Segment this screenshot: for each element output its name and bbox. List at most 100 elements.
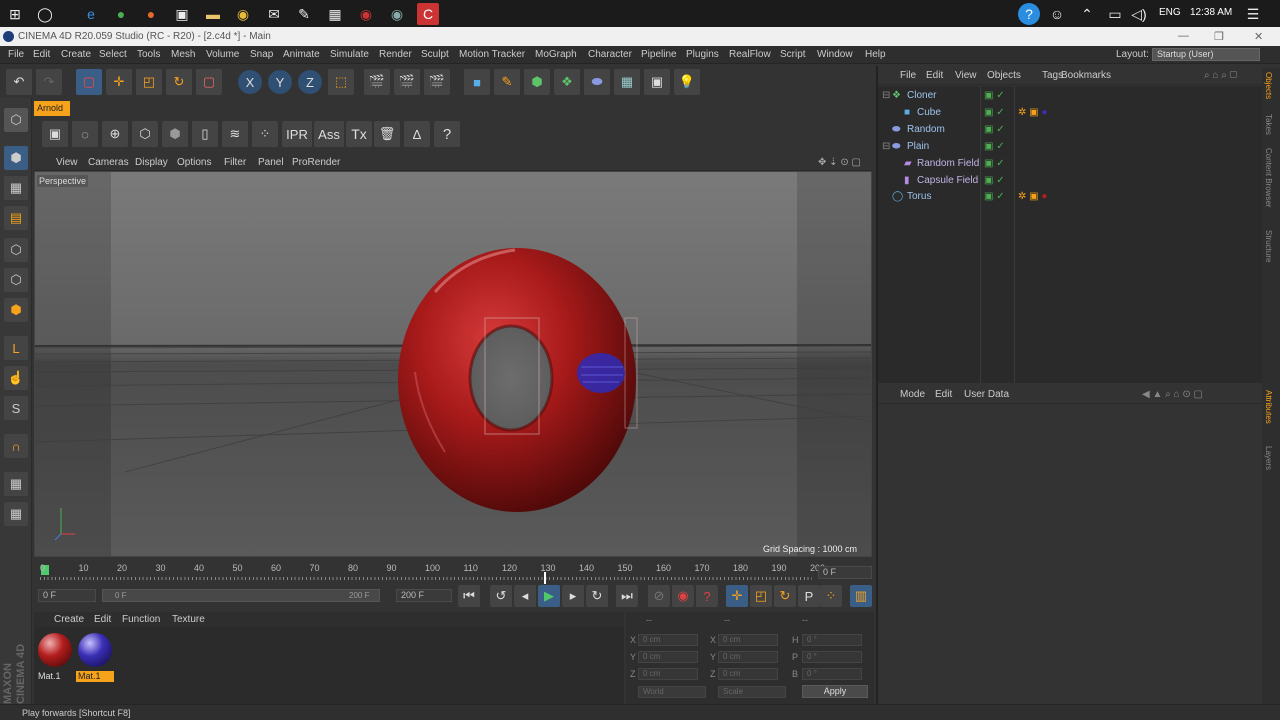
attr-nav-icons[interactable]: ◀ ▲ ⌕ ⌂ ⊙ ▢ — [1142, 389, 1203, 400]
arnold-help-button[interactable]: ? — [434, 121, 460, 147]
arnold-volume-icon[interactable]: ⬡ — [132, 121, 158, 147]
scale-select[interactable]: Scale — [718, 686, 786, 698]
attr-menu-mode[interactable]: Mode — [900, 389, 925, 400]
menu-mesh[interactable]: Mesh — [171, 49, 195, 60]
pos-x-field[interactable]: 0 cm — [638, 634, 698, 646]
size-y-field[interactable]: 0 cm — [718, 651, 778, 663]
end-frame-field[interactable]: 200 F — [396, 589, 452, 602]
workplane-icon[interactable]: ▦ — [4, 472, 28, 496]
windows-start-icon[interactable]: ⊞ — [4, 3, 26, 25]
go-to-end-icon[interactable]: ⏭ — [616, 585, 638, 607]
menu-pipeline[interactable]: Pipeline — [641, 49, 677, 60]
vp-menu-view[interactable]: View — [56, 157, 78, 168]
arnold-document-icon[interactable]: ▯ — [192, 121, 218, 147]
object-row-cloner[interactable]: ⊟ ❖ Cloner ▣ ✓ — [878, 88, 1262, 104]
record-keyframe-icon[interactable]: ⊘ — [648, 585, 670, 607]
attr-menu-user-data[interactable]: User Data — [964, 389, 1009, 400]
menu-create[interactable]: Create — [61, 49, 91, 60]
rot-b-field[interactable]: 0 ° — [802, 668, 862, 680]
vp-menu-display[interactable]: Display — [135, 157, 168, 168]
object-row-capsule-field[interactable]: ▮ Capsule Field ▣ ✓ — [878, 173, 1262, 189]
render-view-icon[interactable]: 🎬 — [364, 69, 390, 95]
menu-simulate[interactable]: Simulate — [330, 49, 369, 60]
previous-key-icon[interactable]: ↺ — [490, 585, 512, 607]
edges-mode-icon[interactable]: ⬡ — [4, 268, 28, 292]
timeline-window-icon[interactable]: ▥ — [850, 585, 872, 607]
app3-icon[interactable]: ◉ — [386, 3, 408, 25]
clock[interactable]: 12:38 AM — [1190, 7, 1232, 18]
menu-mograph[interactable]: MoGraph — [535, 49, 577, 60]
minimize-icon[interactable]: — — [1178, 30, 1189, 42]
trash-icon[interactable]: 🗑 — [374, 121, 400, 147]
mat-menu-create[interactable]: Create — [54, 614, 84, 625]
arnold-procedural-icon[interactable]: ⬢ — [162, 121, 188, 147]
menu-volume[interactable]: Volume — [206, 49, 239, 60]
folder-icon[interactable]: ▬ — [202, 3, 224, 25]
arnold-logo-icon[interactable]: Δ — [404, 121, 430, 147]
arnold-sky-icon[interactable]: ⊕ — [102, 121, 128, 147]
vp-menu-filter[interactable]: Filter — [224, 157, 246, 168]
key-pla-icon[interactable]: ⁘ — [820, 585, 842, 607]
x-axis-icon[interactable]: X — [238, 70, 262, 94]
restore-icon[interactable]: ❐ — [1214, 30, 1224, 43]
recent-tools-icon[interactable]: ▢ — [196, 69, 222, 95]
help-icon[interactable]: ? — [1018, 3, 1040, 25]
arnold-ipr-button[interactable]: IPR — [282, 121, 312, 147]
magnet-icon[interactable]: ∩ — [4, 434, 28, 458]
object-row-random[interactable]: ⬬ Random ▣ ✓ — [878, 122, 1262, 138]
mat-menu-function[interactable]: Function — [122, 614, 160, 625]
menu-help[interactable]: Help — [865, 49, 886, 60]
make-editable-icon[interactable]: ⬡ — [4, 108, 28, 132]
menu-realflow[interactable]: RealFlow — [729, 49, 771, 60]
keyframe-selection-icon[interactable]: ? — [696, 585, 718, 607]
visibility-check-icon[interactable]: ▣ ✓ — [984, 156, 1005, 172]
tab-layers[interactable]: Layers — [1264, 446, 1273, 470]
menu-edit[interactable]: Edit — [33, 49, 50, 60]
current-frame-field[interactable]: 0 F — [818, 566, 872, 579]
workplane-mode-icon[interactable]: ▤ — [4, 206, 28, 230]
material-swatch-selected[interactable]: Mat.1 — [76, 633, 114, 682]
start-frame-field[interactable]: 0 F — [38, 589, 96, 602]
visibility-check-icon[interactable]: ▣ ✓ — [984, 122, 1005, 138]
chrome-icon[interactable]: ◉ — [232, 3, 254, 25]
axis-mode-icon[interactable]: L — [4, 336, 28, 360]
menu-select[interactable]: Select — [99, 49, 127, 60]
apply-button[interactable]: Apply — [802, 685, 868, 698]
mail-icon[interactable]: ✉ — [263, 3, 285, 25]
close-icon[interactable]: ✕ — [1254, 30, 1263, 43]
menu-sculpt[interactable]: Sculpt — [421, 49, 449, 60]
vp-menu-panel[interactable]: Panel — [258, 157, 284, 168]
object-row-random-field[interactable]: ▰ Random Field ▣ ✓ — [878, 156, 1262, 172]
tags-icons[interactable]: ✲ ▣ ● — [1018, 189, 1047, 205]
next-key-icon[interactable]: ↻ — [586, 585, 608, 607]
layout-select[interactable]: Startup (User) — [1152, 48, 1260, 61]
polygons-mode-icon[interactable]: ⬢ — [4, 298, 28, 322]
redo-icon[interactable]: ↷ — [36, 69, 62, 95]
autokey-icon[interactable]: ◉ — [672, 585, 694, 607]
visibility-check-icon[interactable]: ▣ ✓ — [984, 173, 1005, 189]
store-icon[interactable]: ▦ — [324, 3, 346, 25]
cortana-icon[interactable]: ◯ — [34, 3, 56, 25]
play-forwards-icon[interactable]: ▶ — [538, 585, 560, 607]
tags-icons[interactable]: ✲ ▣ ● — [1018, 105, 1047, 121]
size-x-field[interactable]: 0 cm — [718, 634, 778, 646]
app2-icon[interactable]: ◉ — [355, 3, 377, 25]
undo-icon[interactable]: ↶ — [6, 69, 32, 95]
network-icon[interactable]: ▭ — [1104, 3, 1126, 25]
vp-menu-cameras[interactable]: Cameras — [88, 157, 129, 168]
frame-range-slider[interactable]: 0 F 200 F — [102, 589, 380, 602]
points-mode-icon[interactable]: ⬡ — [4, 238, 28, 262]
arnold-scatter-icon[interactable]: ⁘ — [252, 121, 278, 147]
viewport-nav-icons[interactable]: ✥ ⇣ ⊙ ▢ — [818, 157, 861, 168]
texture-mode-icon[interactable]: ▦ — [4, 176, 28, 200]
camera-app-icon[interactable]: ▣ — [171, 3, 193, 25]
language-indicator[interactable]: ENG — [1159, 7, 1181, 18]
mat-menu-texture[interactable]: Texture — [172, 614, 205, 625]
obj-menu-objects[interactable]: Objects — [987, 70, 1021, 81]
obj-menu-edit[interactable]: Edit — [926, 70, 943, 81]
tab-structure[interactable]: Structure — [1264, 230, 1273, 262]
firefox-icon[interactable]: ● — [140, 3, 162, 25]
snap-icon[interactable]: S — [4, 396, 28, 420]
arnold-camera-icon[interactable]: ▣ — [42, 121, 68, 147]
arnold-light-icon[interactable]: ◌ — [72, 121, 98, 147]
